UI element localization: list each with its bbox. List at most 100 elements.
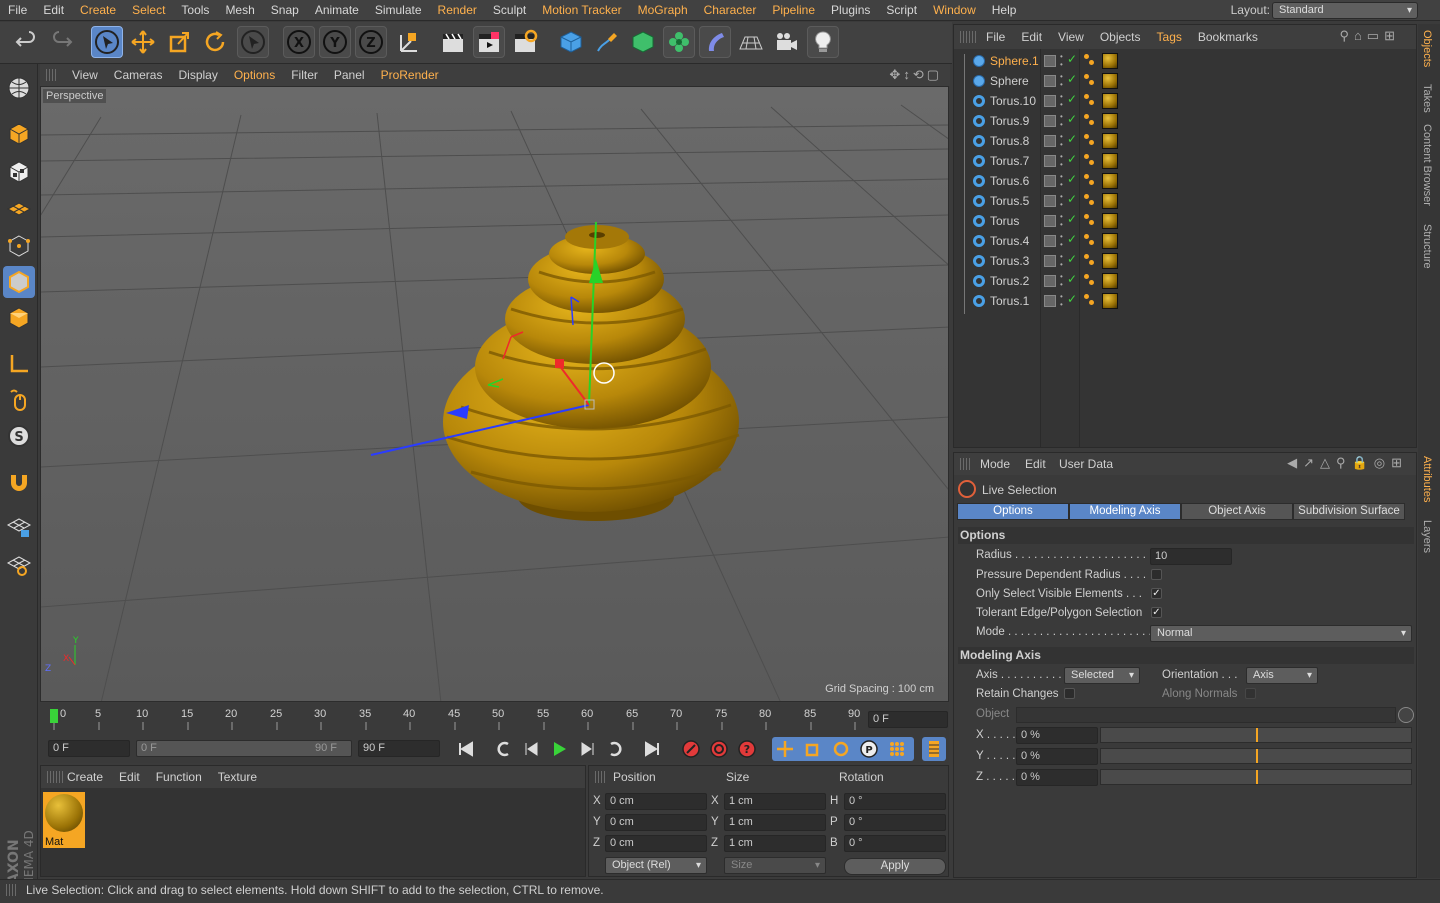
- render-view-button[interactable]: [437, 26, 469, 58]
- object-row[interactable]: Sphere.1 • • ✓: [954, 51, 1416, 74]
- layer-icon[interactable]: [1044, 95, 1056, 107]
- material-tag-icon[interactable]: [1102, 273, 1118, 289]
- z-percent-field[interactable]: 0 %: [1016, 769, 1098, 786]
- visibility-dots-icon[interactable]: • •: [1060, 273, 1063, 289]
- z-axis-lock-button[interactable]: Z: [355, 26, 387, 58]
- coordinate-mode-select[interactable]: Object (Rel): [605, 857, 707, 874]
- menu-sculpt[interactable]: Sculpt: [485, 3, 534, 17]
- menu-edit[interactable]: Edit: [35, 3, 72, 17]
- object-name[interactable]: Torus.6: [990, 174, 1029, 188]
- orientation-select[interactable]: Axis: [1246, 667, 1318, 684]
- phong-tag-icon[interactable]: [1084, 214, 1096, 228]
- material-menu-texture[interactable]: Texture: [210, 770, 265, 784]
- object-menu-file[interactable]: File: [978, 30, 1013, 44]
- rotation-h-field[interactable]: 0 °: [844, 793, 946, 810]
- material-tag-icon[interactable]: [1102, 153, 1118, 169]
- material-tag-icon[interactable]: [1102, 213, 1118, 229]
- visibility-dots-icon[interactable]: • •: [1060, 253, 1063, 269]
- object-row[interactable]: Torus.7 • • ✓: [954, 151, 1416, 174]
- object-name[interactable]: Torus.3: [990, 254, 1029, 268]
- phong-tag-icon[interactable]: [1084, 114, 1096, 128]
- record-keys-button[interactable]: [679, 737, 703, 761]
- enabled-check-icon[interactable]: ✓: [1067, 152, 1077, 166]
- phong-tag-icon[interactable]: [1084, 134, 1096, 148]
- phong-tag-icon[interactable]: [1084, 54, 1096, 68]
- layer-icon[interactable]: [1044, 135, 1056, 147]
- object-menu-bookmarks[interactable]: Bookmarks: [1190, 30, 1266, 44]
- model-mode-button[interactable]: [3, 118, 35, 150]
- object-row[interactable]: Torus.5 • • ✓: [954, 191, 1416, 214]
- object-manager-nav-icons[interactable]: ⚲⌂▭⊞: [1331, 28, 1408, 44]
- position-y-field[interactable]: 0 cm: [605, 814, 707, 831]
- visibility-dots-icon[interactable]: • •: [1060, 93, 1063, 109]
- visible-elements-checkbox[interactable]: ✓: [1151, 588, 1162, 599]
- object-name[interactable]: Sphere.1: [990, 54, 1039, 68]
- x-axis-lock-button[interactable]: X: [283, 26, 315, 58]
- enabled-check-icon[interactable]: ✓: [1067, 72, 1077, 86]
- phong-tag-icon[interactable]: [1084, 194, 1096, 208]
- add-light-button[interactable]: [807, 26, 839, 58]
- object-row[interactable]: Sphere • • ✓: [954, 71, 1416, 94]
- viewport-menu-filter[interactable]: Filter: [283, 68, 326, 82]
- visibility-dots-icon[interactable]: • •: [1060, 53, 1063, 69]
- locked-workplane-button[interactable]: [3, 510, 35, 542]
- menu-file[interactable]: File: [0, 3, 35, 17]
- enabled-check-icon[interactable]: ✓: [1067, 212, 1077, 226]
- object-row[interactable]: Torus.9 • • ✓: [954, 111, 1416, 134]
- axis-select[interactable]: Selected: [1064, 667, 1140, 684]
- layer-icon[interactable]: [1044, 215, 1056, 227]
- side-tab-objects[interactable]: Objects: [1421, 30, 1433, 67]
- visibility-dots-icon[interactable]: • •: [1060, 133, 1063, 149]
- y-percent-slider[interactable]: [1100, 748, 1412, 764]
- object-link-field[interactable]: [1016, 707, 1396, 723]
- pick-object-button[interactable]: [1398, 707, 1414, 723]
- size-mode-select[interactable]: Size: [724, 857, 826, 874]
- tab-subdivision-surface[interactable]: Subdivision Surface: [1293, 503, 1405, 520]
- viewport-menu-prorender[interactable]: ProRender: [373, 68, 447, 82]
- layer-icon[interactable]: [1044, 235, 1056, 247]
- material-menu-edit[interactable]: Edit: [111, 770, 148, 784]
- phong-tag-icon[interactable]: [1084, 234, 1096, 248]
- radius-field[interactable]: 10: [1150, 548, 1232, 565]
- side-tab-layers[interactable]: Layers: [1421, 520, 1433, 553]
- preview-end-field[interactable]: 90 F: [358, 740, 440, 757]
- visibility-dots-icon[interactable]: • •: [1060, 113, 1063, 129]
- add-cube-button[interactable]: [555, 26, 587, 58]
- layer-icon[interactable]: [1044, 275, 1056, 287]
- visibility-dots-icon[interactable]: • •: [1060, 173, 1063, 189]
- scale-tool-button[interactable]: [163, 26, 195, 58]
- phong-tag-icon[interactable]: [1084, 294, 1096, 308]
- visibility-dots-icon[interactable]: • •: [1060, 213, 1063, 229]
- rotation-b-field[interactable]: 0 °: [844, 835, 946, 852]
- object-name[interactable]: Sphere: [990, 74, 1029, 88]
- menu-plugins[interactable]: Plugins: [823, 3, 878, 17]
- phong-tag-icon[interactable]: [1084, 254, 1096, 268]
- current-frame-field[interactable]: 0 F: [868, 711, 948, 728]
- object-name[interactable]: Torus.1: [990, 294, 1029, 308]
- menu-pipeline[interactable]: Pipeline: [764, 3, 823, 17]
- enabled-check-icon[interactable]: ✓: [1067, 112, 1077, 126]
- x-percent-field[interactable]: 0 %: [1016, 727, 1098, 744]
- menu-help[interactable]: Help: [984, 3, 1025, 17]
- prev-frame-button[interactable]: [520, 737, 544, 761]
- preview-start-field[interactable]: 0 F: [48, 740, 130, 757]
- preview-range-slider[interactable]: 0 F 90 F: [136, 740, 352, 757]
- menu-character[interactable]: Character: [696, 3, 765, 17]
- menu-select[interactable]: Select: [124, 3, 173, 17]
- add-subdivision-button[interactable]: [627, 26, 659, 58]
- add-spline-button[interactable]: [591, 26, 623, 58]
- viewport-nav-icons[interactable]: ✥↕⟲▢: [889, 67, 942, 83]
- goto-end-button[interactable]: [640, 737, 664, 761]
- object-row[interactable]: Torus.10 • • ✓: [954, 91, 1416, 114]
- enabled-check-icon[interactable]: ✓: [1067, 172, 1077, 186]
- enabled-check-icon[interactable]: ✓: [1067, 272, 1077, 286]
- visibility-dots-icon[interactable]: • •: [1060, 193, 1063, 209]
- object-name[interactable]: Torus.4: [990, 234, 1029, 248]
- menu-window[interactable]: Window: [925, 3, 984, 17]
- object-name[interactable]: Torus.5: [990, 194, 1029, 208]
- enabled-check-icon[interactable]: ✓: [1067, 92, 1077, 106]
- side-tab-attributes[interactable]: Attributes: [1421, 456, 1433, 502]
- position-x-field[interactable]: 0 cm: [605, 793, 707, 810]
- solo-button[interactable]: S: [3, 420, 35, 452]
- timeline-window-button[interactable]: [922, 737, 946, 761]
